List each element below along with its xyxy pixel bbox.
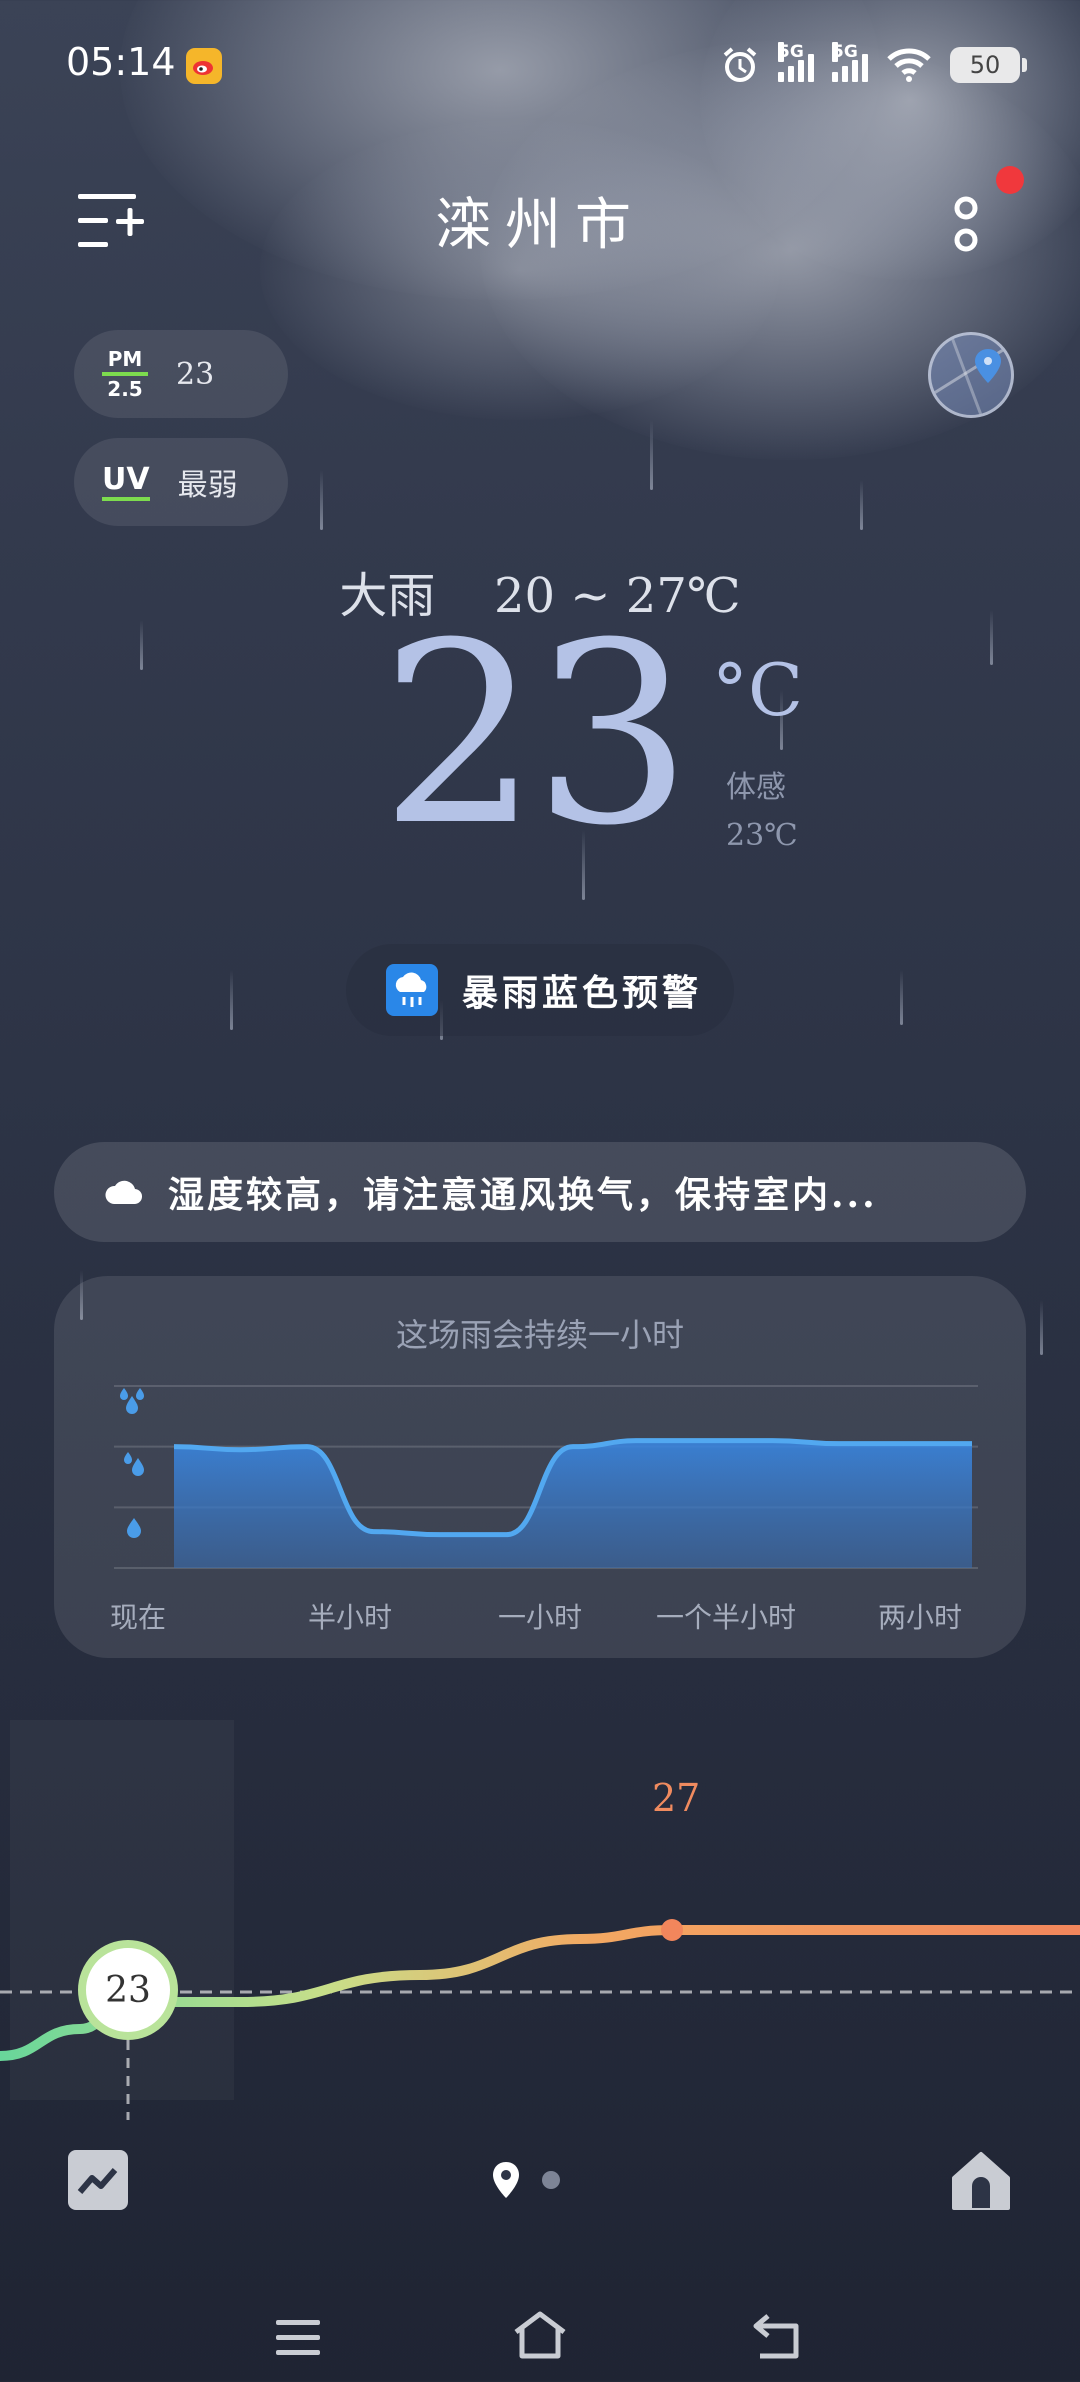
max-temperature-label: 27	[652, 1776, 701, 1820]
pm25-value: 23	[176, 356, 215, 392]
x-label-now: 现在	[110, 1601, 167, 1634]
signal-icon: 5G	[832, 42, 868, 82]
pm25-icon: PM 2.5	[102, 348, 148, 400]
uv-value: 最弱	[177, 468, 238, 503]
x-label-half-hour: 半小时	[308, 1601, 393, 1634]
status-time: 05:14	[66, 40, 176, 84]
current-temperature: 23	[380, 589, 692, 880]
back-nav-icon[interactable]	[752, 2312, 802, 2364]
home-nav-icon[interactable]	[512, 2310, 568, 2364]
tip-text: 湿度较高，请注意通风换气，保持室内...	[168, 1174, 878, 1216]
status-icons: 5G 5G 50	[720, 40, 1027, 90]
uv-pill[interactable]: UV 最弱	[74, 438, 288, 526]
feels-like: 体感 23℃	[726, 764, 798, 860]
network-type: 5G	[778, 42, 804, 62]
page-indicator[interactable]	[490, 2155, 570, 2205]
network-type: 5G	[832, 42, 858, 62]
rain-alert-icon	[386, 964, 438, 1016]
x-label-one-and-half-hours: 一个半小时	[656, 1601, 797, 1634]
trend-chart-icon[interactable]	[68, 2150, 128, 2210]
weibo-icon	[186, 48, 222, 84]
home-icon[interactable]	[950, 2150, 1012, 2212]
weather-alert-button[interactable]: 暴雨蓝色预警	[346, 944, 734, 1036]
more-icon[interactable]	[946, 190, 986, 260]
current-temperature-marker[interactable]: 23	[78, 1940, 178, 2040]
page-dot	[542, 2171, 560, 2189]
x-label-one-hour: 一小时	[498, 1601, 583, 1634]
pm25-pill[interactable]: PM 2.5 23	[74, 330, 288, 418]
wifi-icon	[887, 48, 931, 82]
notification-dot	[996, 166, 1024, 194]
alert-text: 暴雨蓝色预警	[462, 972, 703, 1014]
temperature-curve-chart	[0, 1919, 1080, 2120]
x-label-two-hours: 两小时	[878, 1601, 963, 1634]
temperature-unit: °C	[712, 648, 804, 732]
map-pin-icon	[931, 335, 1011, 415]
map-button[interactable]	[928, 332, 1014, 418]
life-tip[interactable]: 湿度较高，请注意通风换气，保持室内...	[54, 1142, 1026, 1242]
rain-level-heavy-icon	[120, 1388, 144, 1414]
battery-level: 50	[969, 51, 1001, 79]
pm-label-bottom: 2.5	[107, 377, 143, 401]
rain-level-light-icon	[127, 1518, 141, 1538]
pm-label-top: PM	[107, 347, 143, 371]
precipitation-card[interactable]: 这场雨会持续一小时 现在 半小时 一小时 一个半小时 两小时	[54, 1276, 1026, 1658]
feels-like-value: 23℃	[726, 818, 798, 853]
alarm-icon	[723, 47, 757, 82]
rain-level-moderate-icon	[124, 1452, 144, 1476]
battery-icon: 50	[950, 47, 1027, 83]
feels-like-label: 体感	[726, 770, 786, 805]
signal-icon: 5G	[778, 42, 814, 82]
max-temperature-point	[661, 1919, 683, 1941]
recent-apps-icon[interactable]	[274, 2318, 324, 2362]
rain-area	[174, 1440, 972, 1568]
city-title[interactable]: 滦州市	[0, 180, 1080, 261]
location-pin-icon	[493, 2162, 519, 2198]
cloud-icon	[105, 1180, 143, 1205]
uv-icon: UV	[102, 463, 150, 501]
